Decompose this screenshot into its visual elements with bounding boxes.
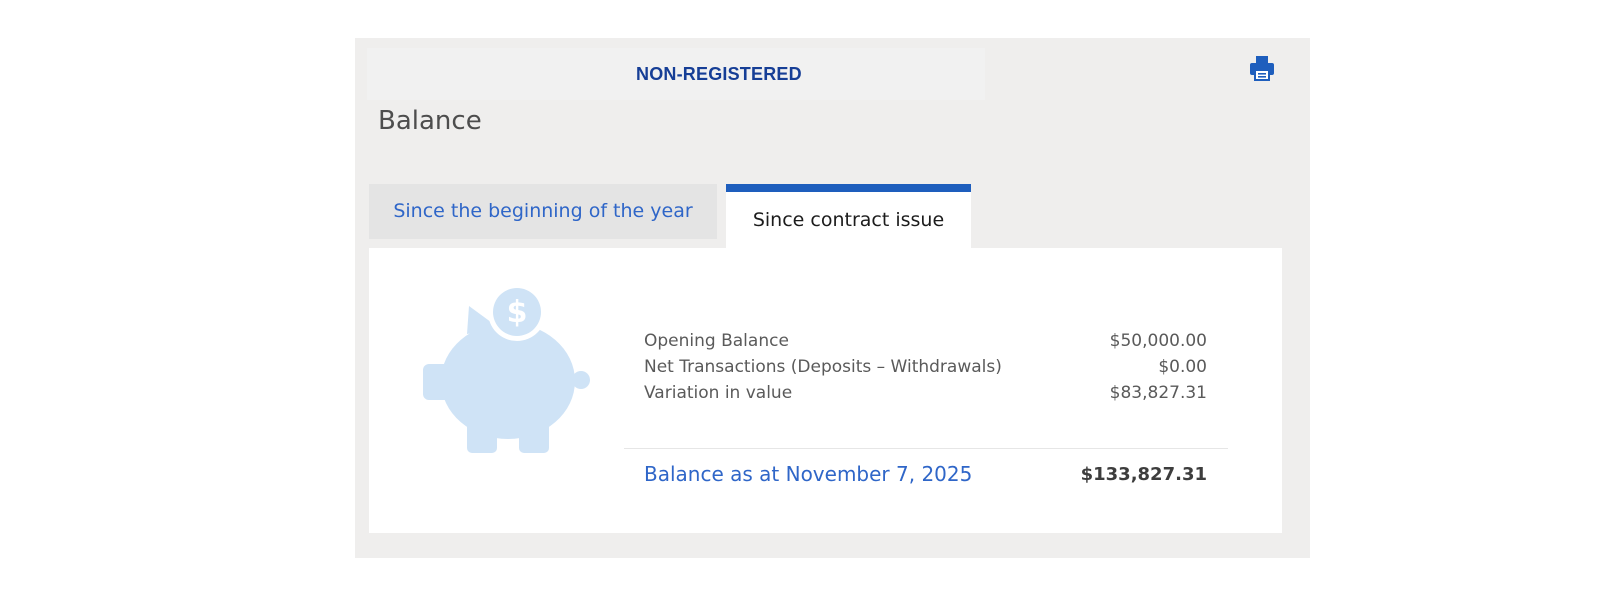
row-value: $0.00: [1158, 357, 1207, 377]
coin-dollar-symbol: $: [507, 295, 528, 330]
tab-since-contract-issue[interactable]: Since contract issue: [726, 184, 971, 248]
row-label: Net Transactions (Deposits – Withdrawals…: [644, 357, 1002, 377]
summary-row-opening-balance: Opening Balance $50,000.00: [644, 328, 1207, 354]
summary-rows: Opening Balance $50,000.00 Net Transacti…: [644, 328, 1207, 406]
divider: [624, 448, 1228, 449]
summary-row-net-transactions: Net Transactions (Deposits – Withdrawals…: [644, 354, 1207, 380]
row-value: $50,000.00: [1109, 331, 1207, 351]
piggy-bank-dollar-icon: $: [423, 286, 590, 453]
balance-content: $ Opening Balance $50,000.00 Net Transac…: [369, 248, 1282, 533]
tab-since-beginning-of-year[interactable]: Since the beginning of the year: [369, 184, 717, 239]
balance-total-row: Balance as at November 7, 2025 $133,827.…: [644, 458, 1207, 490]
row-label: Opening Balance: [644, 331, 789, 351]
printer-icon: [1250, 56, 1274, 81]
summary-row-variation: Variation in value $83,827.31: [644, 380, 1207, 406]
balance-total-label: Balance as at November 7, 2025: [644, 462, 973, 486]
row-label: Variation in value: [644, 383, 793, 403]
balance-total-value: $133,827.31: [1080, 463, 1207, 485]
page-title: Balance: [378, 106, 482, 136]
account-type-label: NON-REGISTERED: [636, 64, 802, 84]
print-button[interactable]: [1248, 54, 1276, 82]
row-value: $83,827.31: [1109, 383, 1207, 403]
balance-panel: NON-REGISTERED Balance Since the beginni…: [355, 38, 1310, 558]
